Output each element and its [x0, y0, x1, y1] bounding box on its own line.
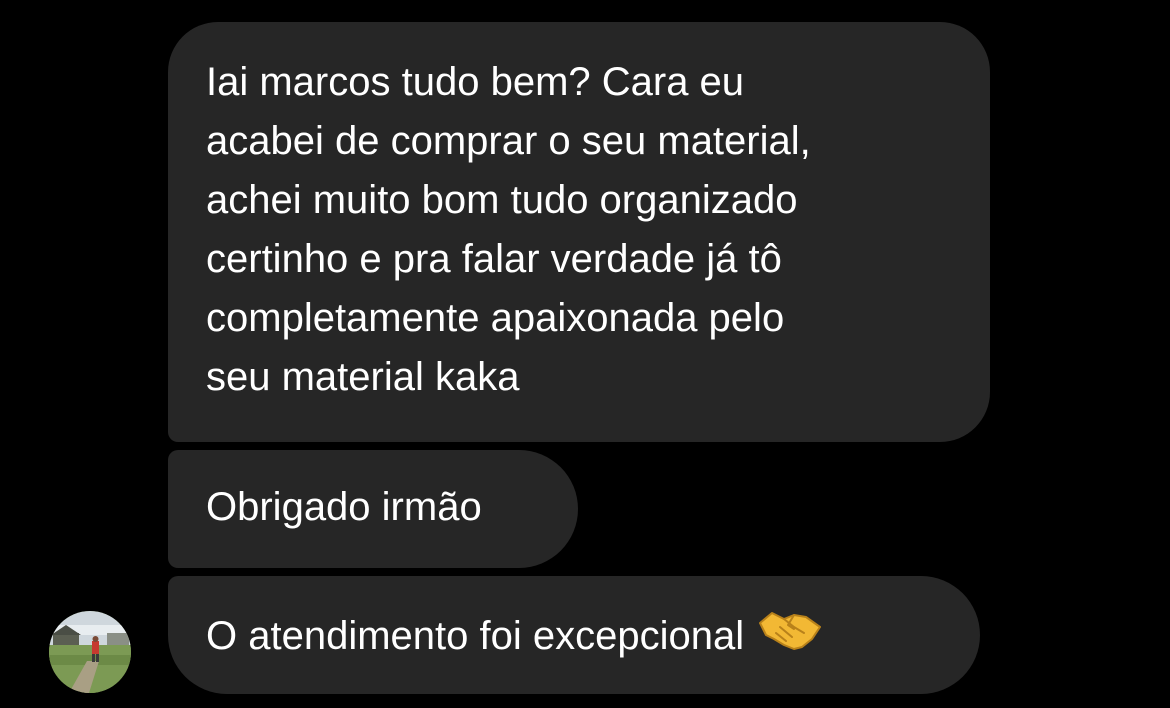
- message-bubble[interactable]: O atendimento foi excepcional: [168, 576, 980, 694]
- message-text-line: achei muito bom tudo organizado: [206, 178, 798, 222]
- message-text-line: Iai marcos tudo bem? Cara eu: [206, 60, 745, 104]
- message-text-line: acabei de comprar o seu material,: [206, 119, 811, 163]
- contact-avatar[interactable]: [49, 611, 131, 693]
- message-bubble[interactable]: Obrigado irmão: [168, 450, 578, 568]
- message-text-line: Obrigado irmão: [206, 485, 482, 529]
- message-text-line: completamente apaixonada pelo: [206, 296, 785, 340]
- chat-thread: Iai marcos tudo bem? Cara eu acabei de c…: [0, 0, 1170, 708]
- handshake-icon: [758, 605, 822, 672]
- message-bubble[interactable]: Iai marcos tudo bem? Cara eu acabei de c…: [168, 22, 990, 442]
- message-text-line: certinho e pra falar verdade já tô: [206, 237, 782, 281]
- message-text-line: seu material kaka: [206, 355, 520, 399]
- message-text-row: O atendimento foi excepcional: [206, 605, 942, 672]
- message-text-line: O atendimento foi excepcional: [206, 614, 745, 658]
